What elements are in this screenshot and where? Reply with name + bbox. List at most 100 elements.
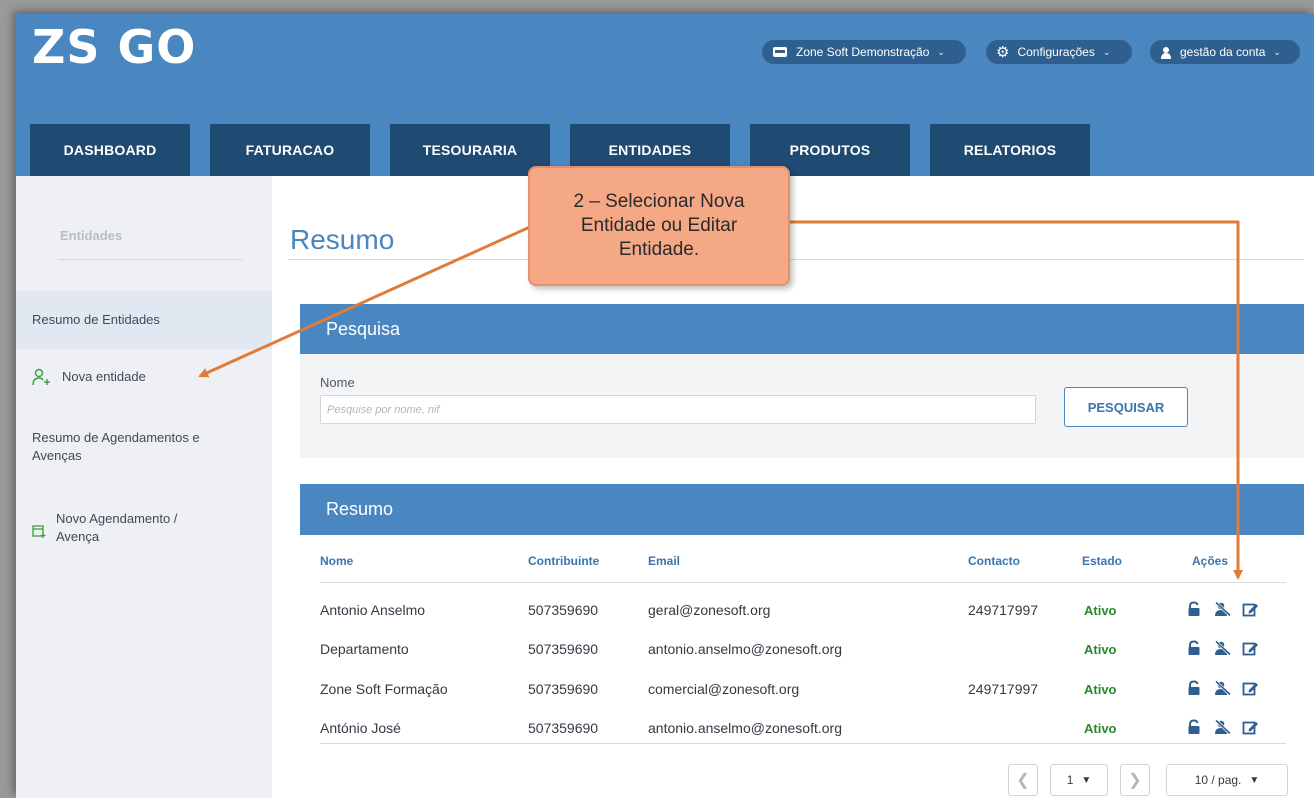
sidebar-item-resumo-agendamentos[interactable]: Resumo de Agendamentos e Avenças [32,429,232,465]
page-size-label: 10 / pag. [1194,773,1242,787]
prev-page-button[interactable]: ❮ [1008,764,1038,796]
user-block-icon[interactable] [1214,719,1232,737]
search-panel-title: Pesquisa [326,318,401,339]
table-cell-estado: Ativo [1084,682,1117,697]
tab-label: DASHBOARD [63,142,157,158]
column-header-nome[interactable]: Nome [320,554,353,568]
results-panel-body [300,535,1304,798]
user-block-icon[interactable] [1214,680,1232,698]
app-logo[interactable]: ZS GO [32,20,196,74]
org-selector-label: Zone Soft Demonstração [796,45,930,59]
search-input[interactable] [320,395,1036,424]
lock-icon[interactable] [1186,719,1204,737]
table-cell-estado: Ativo [1084,642,1117,657]
column-header-acoes: Ações [1192,554,1229,568]
chevron-right-icon: ❯ [1128,772,1142,789]
results-panel-title: Resumo [326,499,394,519]
results-panel-header: Resumo [300,484,1304,535]
chevron-down-icon: ⌄ [937,46,945,57]
user-icon [1161,46,1171,59]
table-cell-nome: Zone Soft Formação [320,681,448,697]
tab-label: TESOURARIA [422,142,518,158]
nome-field-label: Nome [320,375,355,390]
next-page-button[interactable]: ❯ [1120,764,1150,796]
sidebar-item-label: Nova entidade [62,369,146,384]
tab-label: PRODUTOS [789,142,871,158]
search-panel-header: Pesquisa [300,304,1304,354]
inbox-icon [773,47,787,57]
table-row-actions [1186,680,1260,698]
table-cell-contribuinte: 507359690 [528,720,599,736]
chevron-left-icon: ❮ [1016,772,1030,789]
lock-icon[interactable] [1186,680,1204,698]
chevron-down-icon: ▼ [1081,774,1092,786]
lock-icon[interactable] [1186,601,1204,619]
table-row-actions [1186,601,1260,619]
chevron-down-icon: ▼ [1249,774,1260,786]
table-cell-email: comercial@zonesoft.org [648,681,800,697]
table-cell-nome: António José [320,720,401,736]
page-size-select[interactable]: 10 / pag. ▼ [1166,764,1288,796]
table-cell-contacto: 249717997 [968,681,1039,697]
account-menu-label: gestão da conta [1180,45,1266,59]
page-select[interactable]: 1 ▼ [1050,764,1108,796]
divider [320,582,1286,583]
sidebar-item-label: Resumo de Entidades [32,312,160,327]
tab-relatorios[interactable]: RELATORIOS [930,124,1090,176]
tab-dashboard[interactable]: DASHBOARD [30,124,190,176]
table-cell-email: antonio.anselmo@zonesoft.org [648,641,842,657]
settings-menu-label: Configurações [1017,45,1095,59]
sidebar-item-novo-agendamento[interactable]: Novo Agendamento / Avença [32,510,206,546]
page-number: 1 [1066,773,1074,787]
add-person-icon [32,368,50,386]
sidebar [16,176,272,798]
table-row-actions [1186,719,1260,737]
edit-icon[interactable] [1242,680,1260,698]
table-row-actions [1186,640,1260,658]
user-block-icon[interactable] [1214,640,1232,658]
user-block-icon[interactable] [1214,601,1232,619]
tab-tesouraria[interactable]: TESOURARIA [390,124,550,176]
account-menu[interactable]: gestão da conta ⌄ [1150,40,1300,64]
tab-label: RELATORIOS [963,142,1057,158]
table-cell-nome: Departamento [320,641,409,657]
table-cell-estado: Ativo [1084,603,1117,618]
annotation-callout: 2 – Selecionar Nova Entidade ou Editar E… [528,166,790,286]
column-header-estado[interactable]: Estado [1082,554,1122,568]
sidebar-item-resumo-entidades[interactable]: Resumo de Entidades [32,311,160,329]
table-cell-contribuinte: 507359690 [528,602,599,618]
org-selector[interactable]: Zone Soft Demonstração ⌄ [762,40,966,64]
column-header-email[interactable]: Email [648,554,680,568]
tab-label: FATURACAO [245,142,335,158]
table-cell-email: geral@zonesoft.org [648,602,771,618]
app-window: ZS GO Zone Soft Demonstração ⌄ ⚙ Configu… [16,14,1314,798]
table-cell-email: antonio.anselmo@zonesoft.org [648,720,842,736]
chevron-down-icon: ⌄ [1102,46,1111,57]
table-cell-estado: Ativo [1084,721,1117,736]
edit-icon[interactable] [1242,601,1260,619]
edit-icon[interactable] [1242,719,1260,737]
tab-faturacao[interactable]: FATURACAO [210,124,370,176]
divider [58,259,242,260]
page-title: Resumo [290,224,395,255]
sidebar-item-label: Novo Agendamento / Avença [56,511,178,544]
table-cell-nome: Antonio Anselmo [320,602,426,618]
calendar-add-icon [32,525,46,538]
divider [288,259,1304,260]
logo-text: ZS GO [32,20,197,74]
lock-icon[interactable] [1186,640,1204,658]
edit-icon[interactable] [1242,640,1260,658]
sidebar-title: Entidades [60,228,123,243]
settings-menu[interactable]: ⚙ Configurações ⌄ [986,40,1132,64]
column-header-contribuinte[interactable]: Contribuinte [528,554,599,568]
gear-icon: ⚙ [996,44,1010,61]
sidebar-item-nova-entidade[interactable]: Nova entidade [32,368,146,386]
divider [320,743,1286,744]
column-header-contacto[interactable]: Contacto [968,554,1020,568]
sidebar-item-label: Resumo de Agendamentos e Avenças [32,430,200,463]
chevron-down-icon: ⌄ [1273,46,1281,57]
table-cell-contribuinte: 507359690 [528,641,599,657]
search-button[interactable]: PESQUISAR [1064,387,1188,427]
table-cell-contribuinte: 507359690 [528,681,599,697]
table-cell-contacto: 249717997 [968,602,1039,618]
